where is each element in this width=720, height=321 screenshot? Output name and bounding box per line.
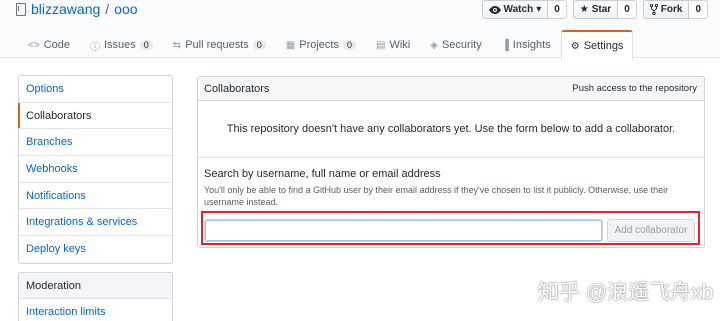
sidebar-item-interaction-limits[interactable]: Interaction limits (19, 299, 172, 321)
tab-label: Settings (583, 40, 624, 52)
collaborator-search-input[interactable] (204, 219, 603, 242)
fork-group: Fork 0 (642, 0, 708, 19)
tab-issues[interactable]: ⓘ Issues 0 (80, 30, 163, 59)
repo-owner-link[interactable]: blizzawang (31, 1, 100, 17)
moderation-menu: Moderation Interaction limits (18, 272, 173, 321)
sidebar-item-options[interactable]: Options (19, 76, 172, 103)
shield-icon: ◈ (430, 39, 438, 51)
repo-header: blizzawang / ooo Watch ▾ 0 ★ Star 0 Fork… (0, 0, 720, 60)
tab-wiki[interactable]: ▤ Wiki (366, 30, 420, 59)
code-icon: <> (28, 39, 40, 51)
issue-icon: ⓘ (89, 41, 100, 53)
repo-icon (16, 2, 26, 16)
graph-icon: ▐ (501, 39, 509, 51)
pull-requests-counter: 0 (252, 40, 266, 50)
add-collaborator-form: Search by username, full name or email a… (198, 158, 704, 208)
sidebar-item-branches[interactable]: Branches (19, 129, 172, 157)
watch-group: Watch ▾ 0 (481, 0, 567, 19)
empty-message: This repository doesn't have any collabo… (198, 101, 704, 158)
settings-menu: Options Collaborators Branches Webhooks … (18, 75, 173, 264)
book-icon: ▤ (376, 39, 386, 51)
fork-count[interactable]: 0 (689, 0, 708, 19)
watch-label: Watch (503, 4, 534, 15)
tab-security[interactable]: ◈ Security (420, 30, 491, 59)
sidebar-item-integrations[interactable]: Integrations & services (19, 209, 172, 237)
sidebar-item-webhooks[interactable]: Webhooks (19, 156, 172, 183)
tab-pull-requests[interactable]: ⇆ Pull requests 0 (163, 30, 276, 59)
project-icon: ▦ (285, 39, 296, 51)
projects-counter: 0 (343, 40, 357, 50)
add-collaborator-button[interactable]: Add collaborator (607, 219, 695, 242)
star-group: ★ Star 0 (572, 0, 637, 19)
pagehead-actions: Watch ▾ 0 ★ Star 0 Fork 0 (481, 0, 708, 19)
collaborators-meta: Push access to the repository (572, 83, 697, 94)
fork-icon (649, 4, 658, 15)
watch-button[interactable]: Watch ▾ (481, 0, 549, 19)
issues-counter: 0 (139, 40, 153, 50)
star-label: Star (591, 4, 612, 15)
repo-nav: <> Code ⓘ Issues 0 ⇆ Pull requests 0 ▦ P… (18, 30, 634, 60)
star-count[interactable]: 0 (618, 0, 637, 19)
star-icon: ★ (579, 4, 589, 15)
gear-icon: ⚙ (570, 40, 580, 52)
eye-icon (488, 5, 501, 14)
search-note: You'll only be able to find a GitHub use… (204, 185, 669, 207)
repo-name-link[interactable]: ooo (114, 1, 137, 17)
collaborators-box: Collaborators Push access to the reposit… (197, 76, 705, 248)
tab-label: Insights (512, 39, 551, 51)
tab-insights[interactable]: ▐ Insights (492, 30, 561, 59)
collaborators-header: Collaborators Push access to the reposit… (198, 77, 704, 101)
fork-label: Fork (660, 4, 683, 15)
repo-separator: / (105, 1, 110, 17)
tab-label: Projects (299, 39, 339, 51)
sidebar-item-notifications[interactable]: Notifications (19, 183, 172, 210)
collaborators-title: Collaborators (204, 82, 270, 95)
repo-title: blizzawang / ooo (16, 1, 138, 17)
sidebar-item-deploy-keys[interactable]: Deploy keys (19, 236, 172, 263)
tab-settings[interactable]: ⚙ Settings (560, 30, 634, 60)
tab-label: Code (43, 39, 70, 51)
watch-count[interactable]: 0 (548, 0, 567, 19)
watermark-text: 知乎 @浪遥飞舟xb (538, 281, 714, 304)
sidebar-item-collaborators[interactable]: Collaborators (18, 102, 172, 130)
moderation-heading: Moderation (19, 273, 172, 299)
fork-button[interactable]: Fork (642, 0, 690, 19)
search-label: Search by username, full name or email a… (204, 168, 441, 180)
chevron-down-icon: ▾ (536, 4, 542, 15)
tab-label: Pull requests (185, 39, 249, 51)
tab-label: Wiki (389, 39, 411, 51)
tab-code[interactable]: <> Code (18, 30, 80, 59)
tab-projects[interactable]: ▦ Projects 0 (276, 30, 366, 59)
tab-label: Issues (103, 39, 136, 51)
pull-request-icon: ⇆ (172, 39, 182, 51)
tab-label: Security (441, 39, 482, 51)
star-button[interactable]: ★ Star (572, 0, 619, 19)
input-row: Add collaborator (204, 219, 695, 242)
